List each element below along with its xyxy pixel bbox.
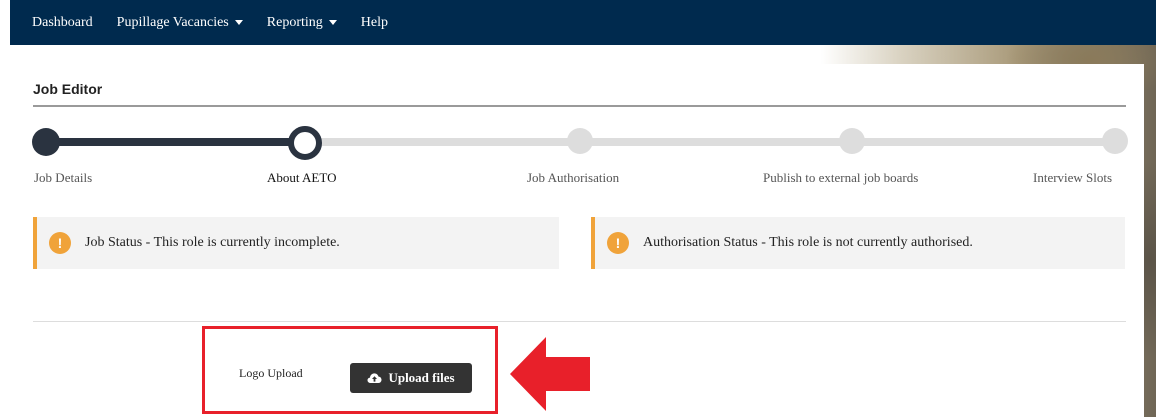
step-dot-publish[interactable] [839,128,865,154]
caret-down-icon [234,20,243,25]
caret-down-icon [328,20,337,25]
nav-help[interactable]: Help [361,15,388,31]
nav-dashboard-label: Dashboard [32,14,93,30]
step-dot-job-details[interactable] [32,128,60,156]
step-label-job-authorisation[interactable]: Job Authorisation [527,170,619,186]
nav-reporting[interactable]: Reporting [267,15,337,31]
step-label-about-aeto[interactable]: About AETO [267,170,336,186]
nav-help-label: Help [360,14,388,30]
step-label-interview-slots[interactable]: Interview Slots [1033,170,1112,186]
step-dot-interview-slots[interactable] [1102,128,1128,154]
nav-pupillage-vacancies-label: Pupillage Vacancies [116,14,229,30]
stepper-progress-remaining [320,138,1116,146]
job-status-text: Job Status - This role is currently inco… [85,235,340,250]
title-divider [33,105,1126,107]
arrow-left-icon [510,337,590,411]
authorisation-status-text: Authorisation Status - This role is not … [643,235,973,250]
exclamation-icon: ! [607,232,629,254]
panel-title: Job Editor [33,81,103,97]
step-label-job-details[interactable]: Job Details [34,170,92,186]
nav-pupillage-vacancies[interactable]: Pupillage Vacancies [117,15,243,31]
job-status-alert: ! Job Status - This role is currently in… [33,217,559,269]
step-dot-job-authorisation[interactable] [567,128,593,154]
annotation-highlight-box [202,326,498,414]
authorisation-status-alert: ! Authorisation Status - This role is no… [591,217,1125,269]
nav-dashboard[interactable]: Dashboard [32,15,93,31]
section-divider [33,321,1126,322]
exclamation-icon: ! [49,232,71,254]
step-dot-about-aeto[interactable] [288,126,322,160]
top-navbar: Dashboard Pupillage Vacancies Reporting … [10,0,1156,45]
step-label-publish[interactable]: Publish to external job boards [763,170,918,186]
stepper-progress-done [48,138,320,146]
nav-reporting-label: Reporting [266,14,323,30]
